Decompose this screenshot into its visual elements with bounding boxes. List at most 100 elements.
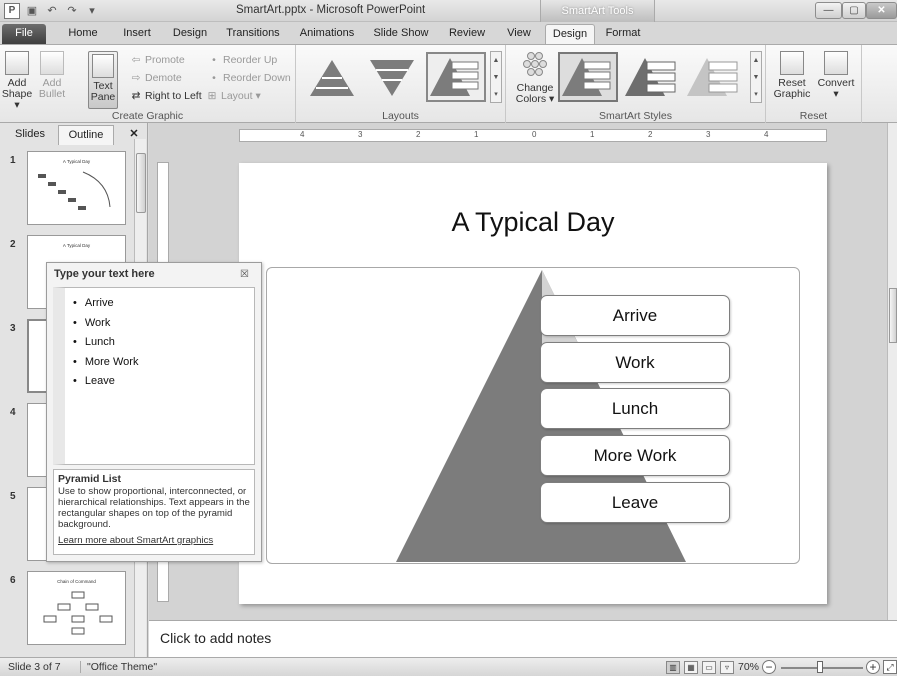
theme-name[interactable]: "Office Theme" bbox=[80, 661, 157, 673]
horizontal-ruler[interactable]: 4 3 2 1 0 1 2 3 4 bbox=[239, 129, 827, 142]
reorder-down-button[interactable]: • Reorder Down bbox=[208, 71, 291, 86]
convert-button[interactable]: Convert ▾ bbox=[814, 51, 858, 109]
maximize-button[interactable]: ▢ bbox=[842, 2, 866, 19]
promote-arrow-icon: ⇦ bbox=[131, 54, 141, 66]
text-pane-bullet[interactable]: Arrive bbox=[73, 294, 254, 314]
ribbon-tabs: File Home Insert Design Transitions Anim… bbox=[0, 22, 897, 64]
pyramid-list-box[interactable]: More Work bbox=[540, 435, 730, 476]
style-thumb-2[interactable] bbox=[621, 52, 681, 102]
zoom-level[interactable]: 70% bbox=[738, 661, 759, 673]
text-pane-icon bbox=[92, 54, 114, 78]
tab-transitions[interactable]: Transitions bbox=[220, 24, 286, 44]
tab-home[interactable]: Home bbox=[60, 24, 106, 44]
convert-icon bbox=[824, 51, 848, 75]
pyramid-list-box[interactable]: Work bbox=[540, 342, 730, 383]
tab-slides[interactable]: Slides bbox=[6, 125, 54, 145]
reset-graphic-label: Reset Graphic bbox=[773, 77, 811, 100]
zoom-slider-thumb[interactable] bbox=[816, 661, 823, 673]
demote-button[interactable]: ⇨ Demote bbox=[130, 71, 182, 86]
slide-thumbnail-6[interactable]: Chain of Command bbox=[27, 571, 126, 645]
style-thumb-3[interactable] bbox=[683, 52, 743, 102]
slide-number: 2 bbox=[10, 239, 16, 250]
undo-icon[interactable]: ↶ bbox=[44, 3, 60, 19]
learn-more-link[interactable]: Learn more about SmartArt graphics bbox=[58, 535, 250, 546]
thumbnails-scroll-thumb[interactable] bbox=[136, 153, 146, 213]
close-text-pane-icon[interactable]: ☒ bbox=[240, 269, 249, 280]
layout-pyramid-list-selected[interactable] bbox=[426, 52, 486, 102]
text-pane-button[interactable]: Text Pane bbox=[88, 51, 118, 109]
vertical-scroll-thumb[interactable] bbox=[889, 288, 897, 343]
reading-view-icon[interactable]: ▭ bbox=[702, 661, 716, 674]
zoom-in-button[interactable]: + bbox=[866, 660, 880, 674]
inverted-pyramid-icon bbox=[370, 60, 414, 96]
text-pane-editor[interactable]: Arrive Work Lunch More Work Leave bbox=[53, 287, 255, 465]
add-bullet-button[interactable]: Add Bullet bbox=[36, 51, 68, 109]
pyramid-list-box[interactable]: Leave bbox=[540, 482, 730, 523]
tab-insert[interactable]: Insert bbox=[116, 24, 158, 44]
customize-quick-access-icon[interactable]: ▾ bbox=[84, 3, 100, 19]
powerpoint-app-icon[interactable]: P bbox=[4, 3, 20, 19]
slide-sorter-icon[interactable]: ▦ bbox=[684, 661, 698, 674]
layout-description-text: Use to show proportional, interconnected… bbox=[58, 486, 250, 530]
tab-outline[interactable]: Outline bbox=[58, 125, 114, 145]
right-to-left-icon: ⇄ bbox=[131, 90, 141, 102]
slide-thumbnail-title: A Typical Day bbox=[62, 243, 91, 248]
layouts-group-label: Layouts bbox=[382, 110, 419, 122]
add-bullet-icon bbox=[40, 51, 64, 75]
text-pane-bullet[interactable]: Work bbox=[73, 314, 254, 334]
tab-design[interactable]: Design bbox=[168, 24, 212, 44]
slide-thumbnail-1[interactable]: A Typical Day bbox=[27, 151, 126, 225]
layouts-gallery-scroll[interactable]: ▲ ▼ ▾ bbox=[490, 51, 502, 103]
fit-slide-icon[interactable]: ⤢ bbox=[883, 660, 897, 674]
layout-inverted-pyramid[interactable] bbox=[362, 52, 422, 102]
promote-button[interactable]: ⇦ Promote bbox=[130, 53, 185, 68]
smartart-graphic[interactable]: Arrive Work Lunch More Work Leave bbox=[266, 267, 800, 564]
ruler-tick: 2 bbox=[416, 130, 421, 139]
change-colors-button[interactable]: Change Colors ▾ bbox=[512, 51, 558, 109]
save-icon[interactable]: ▣ bbox=[24, 3, 40, 19]
minimize-button[interactable]: — bbox=[815, 2, 842, 19]
layout-dropdown-button[interactable]: ⊞ Layout ▾ bbox=[206, 89, 261, 104]
vertical-scrollbar[interactable] bbox=[887, 123, 897, 620]
normal-view-icon[interactable]: ▥ bbox=[666, 661, 680, 674]
slide-canvas[interactable]: A Typical Day Arrive Work Lunch More Wor… bbox=[239, 163, 827, 604]
add-shape-button[interactable]: Add Shape ▾ bbox=[0, 51, 34, 111]
tab-animations[interactable]: Animations bbox=[294, 24, 360, 44]
notes-pane[interactable]: Click to add notes bbox=[149, 620, 897, 657]
slide-title[interactable]: A Typical Day bbox=[239, 207, 827, 238]
add-shape-label: Add Shape ▾ bbox=[1, 77, 33, 111]
notes-placeholder[interactable]: Click to add notes bbox=[160, 630, 271, 646]
pyramid-list-box[interactable]: Lunch bbox=[540, 388, 730, 429]
reset-graphic-icon bbox=[780, 51, 804, 75]
style-2-icon bbox=[625, 58, 676, 96]
ruler-tick: 0 bbox=[532, 130, 537, 139]
tab-view[interactable]: View bbox=[500, 24, 538, 44]
reorder-down-icon: • bbox=[212, 72, 216, 84]
text-pane-bullet[interactable]: Leave bbox=[73, 372, 254, 392]
reset-graphic-button[interactable]: Reset Graphic bbox=[772, 51, 812, 109]
text-pane-bullet[interactable]: More Work bbox=[73, 353, 254, 373]
close-button[interactable]: ✕ bbox=[866, 2, 897, 19]
create-graphic-group-label: Create Graphic bbox=[111, 110, 184, 122]
smartart-styles-group-label: SmartArt Styles bbox=[599, 110, 672, 122]
slide-number: 5 bbox=[10, 491, 16, 502]
right-to-left-button[interactable]: ⇄ Right to Left bbox=[130, 89, 202, 104]
pyramid-list-box[interactable]: Arrive bbox=[540, 295, 730, 336]
tab-smartart-format[interactable]: Format bbox=[598, 24, 648, 44]
pyramid-list-icon bbox=[430, 58, 479, 96]
reorder-up-button[interactable]: • Reorder Up bbox=[208, 53, 277, 68]
zoom-out-button[interactable]: − bbox=[762, 660, 776, 674]
tab-file[interactable]: File bbox=[2, 24, 46, 44]
slide-show-icon[interactable]: ▿ bbox=[720, 661, 734, 674]
styles-gallery-scroll[interactable]: ▲ ▼ ▾ bbox=[750, 51, 762, 103]
style-thumb-1-selected[interactable] bbox=[558, 52, 618, 102]
panel-tabs: Slides Outline ✕ bbox=[0, 125, 148, 145]
tab-slide-show[interactable]: Slide Show bbox=[368, 24, 434, 44]
redo-icon[interactable]: ↷ bbox=[64, 3, 80, 19]
add-shape-icon bbox=[5, 51, 29, 75]
text-pane-bullet[interactable]: Lunch bbox=[73, 333, 254, 353]
ruler-tick: 4 bbox=[300, 130, 305, 139]
tab-smartart-design[interactable]: Design bbox=[545, 24, 595, 44]
layout-pyramid-basic[interactable] bbox=[302, 52, 362, 102]
tab-review[interactable]: Review bbox=[442, 24, 492, 44]
